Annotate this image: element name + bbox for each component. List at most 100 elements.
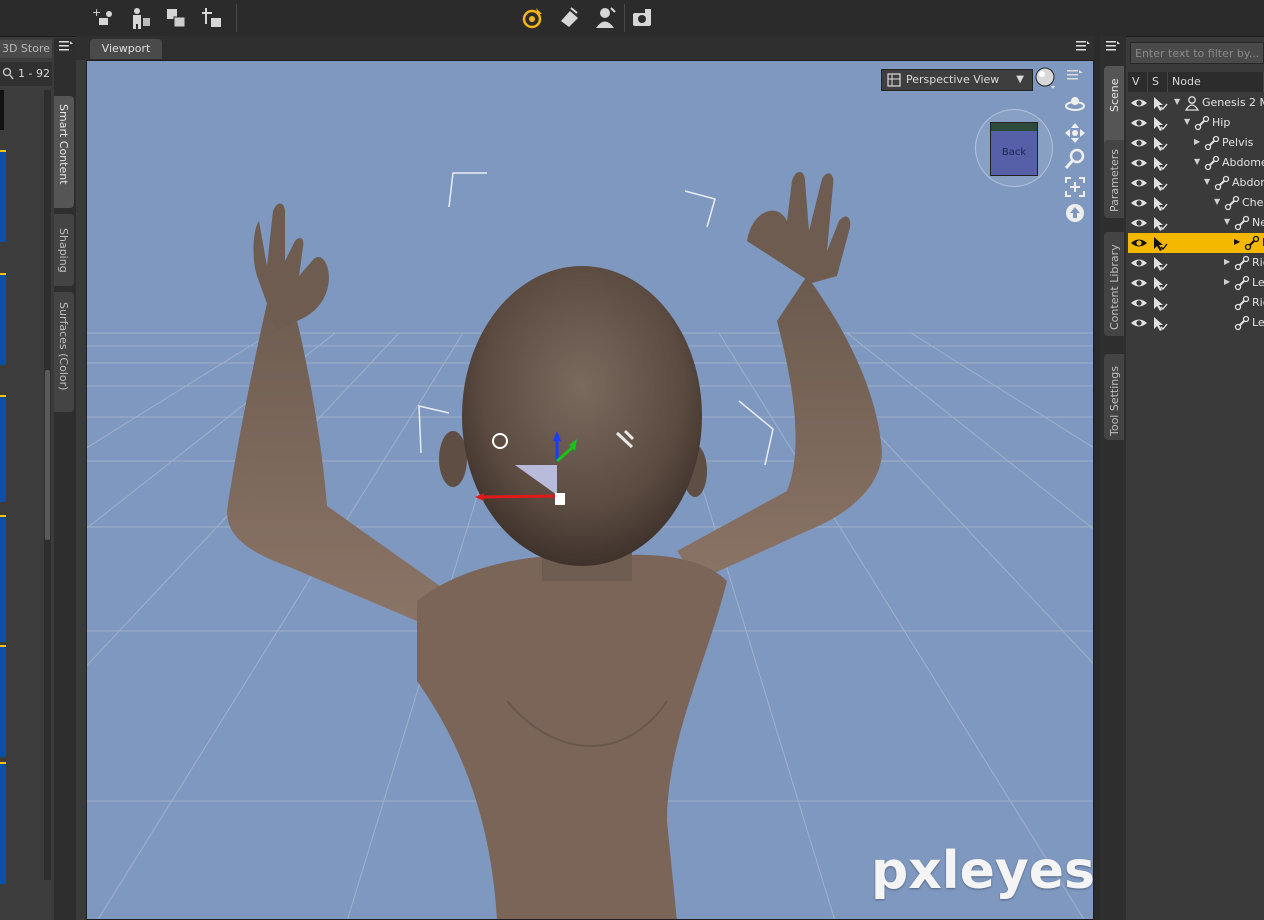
visibility-eye-icon[interactable] bbox=[1130, 137, 1148, 152]
visibility-eye-icon[interactable] bbox=[1130, 217, 1148, 232]
bone-icon bbox=[1234, 315, 1250, 334]
scene-node-row[interactable]: ▼ Hip bbox=[1128, 113, 1264, 133]
toolbar-separator bbox=[236, 4, 237, 32]
panel-menu-icon[interactable] bbox=[59, 40, 73, 52]
nav-cube-label: Back bbox=[1001, 147, 1027, 158]
scene-object-icon[interactable] bbox=[163, 5, 189, 31]
expand-down-icon[interactable]: ▼ bbox=[1174, 97, 1180, 106]
content-thumbnail[interactable] bbox=[0, 515, 6, 642]
scene-node-label: Ches bbox=[1242, 196, 1264, 209]
nav-cube-top[interactable] bbox=[991, 123, 1037, 131]
nav-cube[interactable]: Back bbox=[975, 109, 1053, 187]
left-tab-strip: Smart Content Shaping Surfaces (Color) bbox=[54, 38, 76, 920]
figure-tool-icon[interactable] bbox=[127, 5, 153, 31]
render-camera-icon[interactable] bbox=[630, 5, 656, 31]
expand-down-icon[interactable]: ▼ bbox=[1214, 197, 1220, 206]
node-tool-icon[interactable] bbox=[199, 5, 225, 31]
bone-icon bbox=[1234, 275, 1250, 294]
tab-viewport[interactable]: Viewport bbox=[90, 39, 162, 59]
scene-node-row[interactable]: ▼ Ne bbox=[1128, 213, 1264, 233]
tab-smart-content[interactable]: Smart Content bbox=[54, 96, 74, 208]
main-toolbar: + bbox=[0, 0, 1264, 37]
column-node[interactable]: Node bbox=[1168, 72, 1264, 92]
nav-cube-face[interactable]: Back bbox=[990, 122, 1038, 176]
scene-node-label: Ne bbox=[1252, 216, 1264, 229]
tab-surfaces[interactable]: Surfaces (Color) bbox=[54, 292, 74, 412]
expand-right-icon[interactable]: ▶ bbox=[1234, 237, 1240, 246]
tab-parameters[interactable]: Parameters bbox=[1104, 140, 1124, 218]
eraser-tool-icon[interactable] bbox=[557, 5, 583, 31]
scene-node-row[interactable]: ▶ Rig bbox=[1128, 253, 1264, 273]
expand-down-icon[interactable]: ▼ bbox=[1194, 157, 1200, 166]
content-thumbnail[interactable] bbox=[0, 395, 6, 502]
scene-node-row[interactable]: ▼ Abdom bbox=[1128, 173, 1264, 193]
content-thumbnail[interactable] bbox=[0, 150, 6, 242]
expand-down-icon[interactable]: ▼ bbox=[1224, 217, 1230, 226]
column-visible[interactable]: V bbox=[1128, 72, 1148, 92]
expand-right-icon[interactable]: ▶ bbox=[1224, 257, 1230, 266]
visibility-eye-icon[interactable] bbox=[1130, 237, 1148, 252]
3d-viewport[interactable]: Perspective View ▼ Back pxleyes.com bbox=[86, 60, 1094, 920]
viewport-options-icon[interactable] bbox=[1067, 69, 1083, 83]
tab-label: Smart Content bbox=[57, 104, 70, 185]
add-item-icon[interactable]: + bbox=[90, 5, 116, 31]
content-thumbnail[interactable] bbox=[0, 90, 4, 130]
scene-node-row[interactable]: Le bbox=[1128, 313, 1264, 333]
content-thumbnail[interactable] bbox=[0, 273, 6, 365]
expand-down-icon[interactable]: ▼ bbox=[1204, 177, 1210, 186]
draw-style-icon[interactable] bbox=[1035, 67, 1057, 91]
expand-right-icon[interactable]: ▶ bbox=[1224, 277, 1230, 286]
content-thumbnail[interactable] bbox=[0, 762, 6, 884]
figure-select-icon[interactable] bbox=[593, 5, 619, 31]
search-icon[interactable] bbox=[2, 67, 14, 81]
tab-shaping[interactable]: Shaping bbox=[54, 214, 74, 286]
tab-label: Surfaces (Color) bbox=[57, 302, 70, 391]
visibility-eye-icon[interactable] bbox=[1130, 197, 1148, 212]
zoom-icon[interactable] bbox=[1063, 147, 1087, 171]
scene-node-label: Hip bbox=[1212, 116, 1231, 129]
scene-node-row[interactable]: ▶ Le bbox=[1128, 273, 1264, 293]
scene-node-row[interactable]: ▼ Abdomen bbox=[1128, 153, 1264, 173]
view-select-dropdown[interactable]: Perspective View ▼ bbox=[881, 69, 1033, 91]
universal-tool-icon[interactable] bbox=[520, 5, 546, 31]
expand-right-icon[interactable]: ▶ bbox=[1194, 137, 1200, 146]
right-tab-strip: Scene Parameters Content Library Tool Se… bbox=[1100, 36, 1126, 920]
orbit-icon[interactable] bbox=[1063, 91, 1087, 115]
reset-view-icon[interactable] bbox=[1063, 201, 1087, 225]
tab-label: Scene bbox=[1108, 78, 1121, 112]
tab-label: Parameters bbox=[1108, 149, 1121, 212]
tab-tool-settings[interactable]: Tool Settings bbox=[1104, 354, 1124, 440]
scene-node-row[interactable]: ▼ Ches bbox=[1128, 193, 1264, 213]
bone-icon bbox=[1244, 235, 1260, 254]
visibility-eye-icon[interactable] bbox=[1130, 157, 1148, 172]
page-range: 1 - 92 bbox=[18, 67, 50, 80]
panel-menu-icon[interactable] bbox=[1106, 40, 1120, 52]
visibility-eye-icon[interactable] bbox=[1130, 297, 1148, 312]
store-tab[interactable]: 3D Store bbox=[0, 40, 52, 58]
visibility-eye-icon[interactable] bbox=[1130, 257, 1148, 272]
visibility-eye-icon[interactable] bbox=[1130, 117, 1148, 132]
visibility-eye-icon[interactable] bbox=[1130, 277, 1148, 292]
pan-icon[interactable] bbox=[1063, 121, 1087, 145]
scene-node-row[interactable]: ▶ Pelvis bbox=[1128, 133, 1264, 153]
view-select-label: Perspective View bbox=[906, 73, 1000, 86]
scene-node-row[interactable]: ▶H bbox=[1128, 233, 1264, 253]
visibility-eye-icon[interactable] bbox=[1130, 177, 1148, 192]
genesis-figure[interactable] bbox=[227, 172, 882, 920]
viewport-tab-bar bbox=[76, 36, 1100, 60]
frame-selection-icon[interactable] bbox=[1063, 175, 1087, 199]
expand-down-icon[interactable]: ▼ bbox=[1184, 117, 1190, 126]
visibility-eye-icon[interactable] bbox=[1130, 317, 1148, 332]
viewport-menu-icon[interactable] bbox=[1076, 40, 1090, 52]
scene-filter-input[interactable]: Enter text to filter by... bbox=[1130, 42, 1264, 64]
bone-icon bbox=[1194, 115, 1210, 134]
column-selectable[interactable]: S bbox=[1148, 72, 1168, 92]
visibility-eye-icon[interactable] bbox=[1130, 97, 1148, 112]
tab-content-library[interactable]: Content Library bbox=[1104, 232, 1124, 336]
content-thumbnail[interactable] bbox=[0, 645, 6, 757]
selectable-cursor-icon[interactable] bbox=[1152, 316, 1168, 335]
scene-node-row[interactable]: ▼ Genesis 2 Ma bbox=[1128, 93, 1264, 113]
scene-node-row[interactable]: Rig bbox=[1128, 293, 1264, 313]
figure-icon bbox=[1184, 95, 1200, 114]
scrollbar-thumb[interactable] bbox=[45, 370, 50, 540]
